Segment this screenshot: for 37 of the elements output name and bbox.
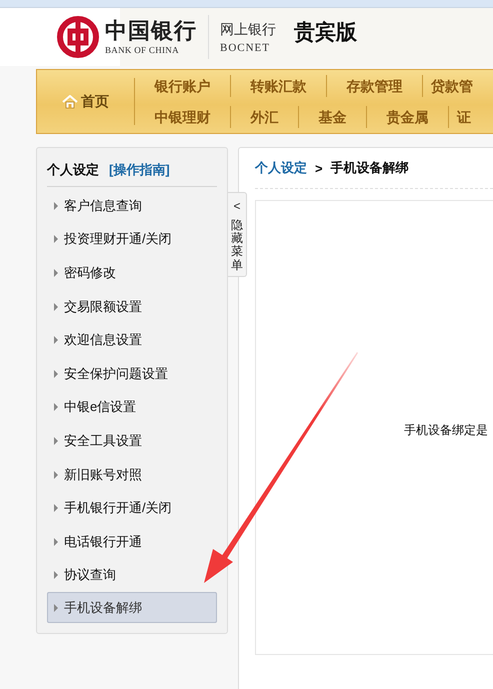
- edition-label: 贵宾版: [294, 20, 357, 46]
- nav-tab[interactable]: 证: [449, 106, 493, 128]
- sidebar-item[interactable]: 手机银行开通/关闭: [47, 491, 179, 525]
- home-icon: [62, 94, 78, 108]
- product-subtitle: BOCNET: [220, 42, 271, 54]
- nav-tab[interactable]: 基金: [299, 106, 367, 128]
- nav-tab[interactable]: 转账汇款: [231, 74, 327, 96]
- sidebar-item[interactable]: 手机设备解绑: [47, 592, 217, 624]
- sidebar-item[interactable]: 交易限额设置: [47, 290, 149, 324]
- breadcrumb-separator: >: [315, 160, 323, 176]
- sidebar-item[interactable]: 电话银行开通: [47, 524, 149, 559]
- page-title: 手机设备解绑: [330, 159, 409, 177]
- product-name: 网上银行: [220, 20, 276, 38]
- message-text: 手机设备绑定是: [404, 423, 488, 437]
- guide-link[interactable]: [操作指南]: [109, 161, 170, 179]
- logo-text: 中国银行: [105, 20, 197, 42]
- sidebar-item[interactable]: 客户信息查询: [47, 189, 149, 223]
- sidebar-item[interactable]: 协议查询: [47, 558, 123, 592]
- logo-subtitle: BANK OF CHINA: [105, 44, 180, 54]
- sidebar-item[interactable]: 投资理财开通/关闭: [47, 222, 179, 256]
- hide-menu-button[interactable]: < 隐藏菜单: [228, 192, 247, 277]
- nav-tab[interactable]: 存款管理: [327, 74, 423, 96]
- bank-logo-icon: [57, 16, 99, 58]
- home-tab[interactable]: 首页: [37, 78, 135, 125]
- nav-tab[interactable]: 外汇: [231, 106, 299, 128]
- sidebar-item[interactable]: 中银e信设置: [47, 390, 144, 424]
- nav-tab[interactable]: 贷款管: [423, 74, 493, 96]
- sidebar-item[interactable]: 安全保护问题设置: [47, 356, 175, 391]
- breadcrumb-link[interactable]: 个人设定: [255, 159, 307, 177]
- sidebar-item[interactable]: 新旧账号对照: [47, 458, 149, 492]
- sidebar-item[interactable]: 安全工具设置: [47, 424, 149, 458]
- sidebar-item[interactable]: 欢迎信息设置: [47, 323, 149, 357]
- nav-tab[interactable]: 银行账户: [135, 74, 231, 96]
- nav-tab[interactable]: 中银理财: [135, 106, 231, 128]
- sidebar-title: 个人设定: [47, 161, 99, 179]
- nav-tab[interactable]: 贵金属: [367, 106, 449, 128]
- sidebar-item[interactable]: 密码修改: [47, 256, 123, 290]
